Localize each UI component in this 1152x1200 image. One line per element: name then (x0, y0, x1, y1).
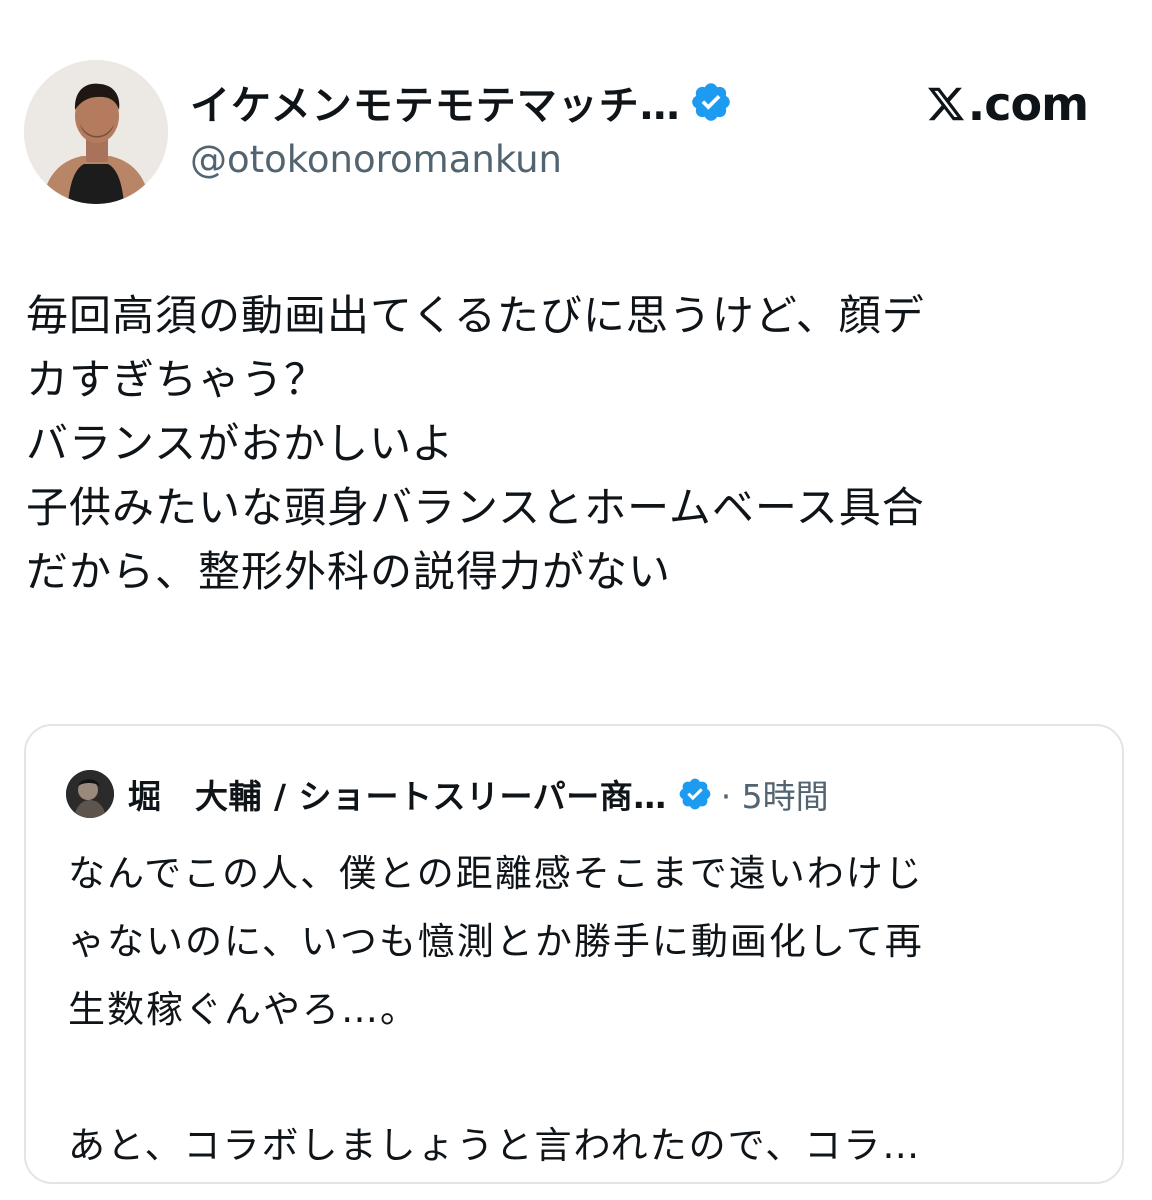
post-text-line: カすぎちゃう？ (26, 355, 328, 404)
x-logo-icon (927, 87, 964, 121)
quoted-post-card[interactable]: 堀 大輔 / ショートスリーパー商… · 5時間 なんでこの人、僕との距離感そこ… (24, 724, 1124, 1184)
quoted-author-name[interactable]: 堀 大輔 / ショートスリーパー商… (128, 770, 667, 818)
post-text-line: だから、整形外科の説得力がない (26, 547, 672, 596)
post-text: 毎回高須の動画出てくるたびに思うけど、顔デ カすぎちゃう？ バランスがおかしいよ… (26, 284, 1106, 604)
quoted-text-line: あと、コラボしましょうと言われたので、コラ… (68, 1124, 922, 1167)
verified-badge-icon (679, 778, 711, 810)
quoted-text-line: 生数稼ぐんやろ…。 (68, 988, 419, 1031)
quoted-author-avatar[interactable] (66, 770, 114, 818)
author-display-name[interactable]: イケメンモテモテマッチ… (190, 73, 681, 131)
site-domain-text: .com (967, 77, 1089, 131)
post-text-line: 子供みたいな頭身バランスとホームベース具合 (26, 483, 925, 532)
post-screenshot: イケメンモテモテマッチ… @otokonoromankun .com 毎回高須の… (0, 0, 1152, 1200)
post-text-line: バランスがおかしいよ (26, 419, 455, 468)
quoted-text-line: ゃないのに、いつも憶測とか勝手に動画化して再 (68, 920, 924, 963)
author-name-row[interactable]: イケメンモテモテマッチ… (190, 74, 733, 130)
quoted-post-timestamp[interactable]: · 5時間 (721, 770, 829, 818)
site-watermark: .com (926, 76, 1089, 132)
quoted-text-line: なんでこの人、僕との距離感そこまで遠いわけじ (68, 852, 924, 895)
author-handle[interactable]: @otokonoromankun (190, 138, 562, 181)
post-text-line: 毎回高須の動画出てくるたびに思うけど、顔デ (26, 291, 925, 340)
quoted-post-text: なんでこの人、僕との距離感そこまで遠いわけじ ゃないのに、いつも憶測とか勝手に動… (68, 840, 1098, 1180)
author-avatar[interactable] (24, 60, 168, 204)
verified-badge-icon (692, 83, 730, 121)
quoted-post-header: 堀 大輔 / ショートスリーパー商… · 5時間 (66, 770, 829, 818)
